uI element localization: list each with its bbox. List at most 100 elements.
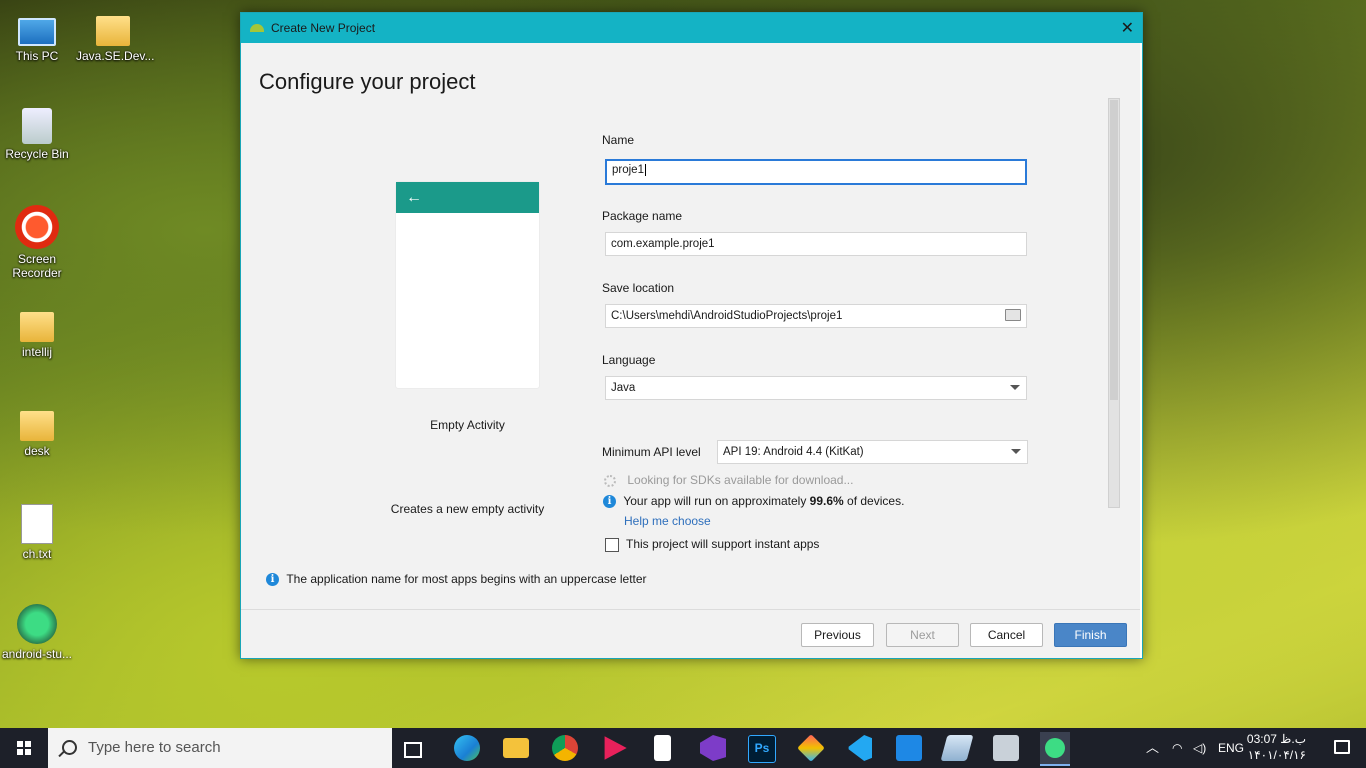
- chevron-down-icon: [1010, 385, 1020, 390]
- scrollbar-thumb[interactable]: [1110, 100, 1118, 400]
- visual-studio-icon[interactable]: [700, 735, 726, 761]
- dialog-footer: Previous Next Cancel Finish: [241, 609, 1140, 658]
- language-label: Language: [602, 353, 656, 367]
- android-studio-logo: [1045, 738, 1065, 758]
- package-name-label: Package name: [602, 209, 683, 223]
- android-studio-icon: [250, 24, 264, 32]
- create-project-dialog: Create New Project ✕ Configure your proj…: [240, 12, 1143, 659]
- name-input[interactable]: proje1: [605, 159, 1027, 185]
- back-arrow-icon: ←: [396, 182, 539, 213]
- cancel-button[interactable]: Cancel: [970, 623, 1043, 647]
- browse-folder-icon[interactable]: [1005, 309, 1021, 321]
- desktop-icon-intellij[interactable]: intellij: [0, 306, 74, 359]
- min-api-label: Minimum API level: [602, 445, 701, 459]
- taskbar: Type here to search Ps ︿ ◠ ◁) ENG 03:07 …: [0, 728, 1366, 768]
- desktop-icon-android-studio[interactable]: android-stu...: [0, 604, 74, 661]
- coverage-prefix: Your app will run on approximately: [623, 494, 810, 508]
- desktop-icon-ch-txt[interactable]: ch.txt: [0, 504, 74, 561]
- edge-icon[interactable]: [454, 735, 480, 761]
- finish-button[interactable]: Finish: [1054, 623, 1127, 647]
- desktop-icon-label: android-stu...: [1, 647, 73, 661]
- network-icon[interactable]: [993, 735, 1019, 761]
- info-message: i The application name for most apps beg…: [266, 572, 647, 587]
- desktop-icon-recycle-bin[interactable]: Recycle Bin: [0, 108, 74, 161]
- recycle-bin-icon: [22, 108, 52, 144]
- help-me-choose-link[interactable]: Help me choose: [624, 514, 711, 528]
- desktop-icon-label: Java.SE.Dev...: [76, 49, 155, 63]
- dialog-title: Create New Project: [271, 21, 376, 35]
- computer-icon: [18, 18, 56, 46]
- vscode-icon[interactable]: [848, 735, 872, 761]
- text-file-icon: [21, 504, 53, 544]
- dialog-titlebar[interactable]: Create New Project ✕: [241, 13, 1142, 43]
- form-scrollbar[interactable]: [1108, 98, 1120, 508]
- name-label: Name: [602, 133, 635, 147]
- desktop-icon-label: ch.txt: [22, 547, 52, 561]
- android-studio-icon[interactable]: [1040, 732, 1070, 766]
- android-studio-icon: [17, 604, 57, 644]
- min-api-select[interactable]: API 19: Android 4.4 (KitKat): [717, 440, 1028, 464]
- language-indicator[interactable]: ENG: [1218, 728, 1244, 768]
- desktop-icon-java-se[interactable]: Java.SE.Dev...: [76, 10, 155, 63]
- search-placeholder: Type here to search: [88, 739, 221, 756]
- notification-icon[interactable]: [1334, 740, 1350, 754]
- folder-icon: [20, 411, 54, 441]
- language-select[interactable]: Java: [605, 376, 1027, 400]
- instant-apps-label: This project will support instant apps: [626, 537, 820, 551]
- task-view-icon[interactable]: [404, 742, 422, 758]
- sdk-status: Looking for SDKs available for download.…: [604, 473, 853, 487]
- loading-spinner-icon: [604, 474, 616, 487]
- page-title: Configure your project: [259, 69, 476, 94]
- desktop-icon-label: desk: [24, 444, 50, 458]
- instant-apps-checkbox[interactable]: [605, 537, 619, 552]
- desktop-icon-label: This PC: [15, 49, 59, 63]
- folder-icon: [20, 312, 54, 342]
- close-icon[interactable]: ✕: [1121, 18, 1134, 38]
- start-button[interactable]: [0, 728, 48, 768]
- taskbar-search[interactable]: Type here to search: [48, 728, 392, 768]
- desktop-icon-label: intellij: [21, 345, 52, 359]
- next-button[interactable]: Next: [886, 623, 959, 647]
- sdk-status-text: Looking for SDKs available for download.…: [627, 473, 854, 487]
- vmware-icon[interactable]: [896, 735, 922, 761]
- instant-apps-option[interactable]: This project will support instant apps: [605, 537, 819, 552]
- file-explorer-icon[interactable]: [503, 738, 529, 758]
- package-name-value: com.example.proje1: [611, 238, 715, 250]
- info-icon: i: [603, 495, 616, 509]
- app-icon[interactable]: [797, 734, 825, 762]
- chevron-up-icon[interactable]: ︿: [1146, 728, 1159, 768]
- desktop-icon-this-pc[interactable]: This PC: [0, 10, 74, 63]
- screen-recorder-icon: [15, 205, 59, 249]
- folder-icon: [96, 16, 130, 46]
- chevron-down-icon: [1011, 449, 1021, 454]
- clock-time: 03:07 ب.ظ: [1246, 732, 1306, 746]
- info-message-text: The application name for most apps begin…: [286, 572, 647, 586]
- coverage-suffix: of devices.: [843, 494, 905, 508]
- chrome-icon[interactable]: [552, 735, 578, 761]
- coverage-percent: 99.6%: [809, 494, 844, 508]
- desktop-icon-desk[interactable]: desk: [0, 405, 74, 458]
- notepad-icon[interactable]: [654, 735, 671, 761]
- photoshop-icon[interactable]: Ps: [748, 735, 776, 763]
- info-icon: i: [266, 573, 279, 587]
- activity-template-preview[interactable]: ←: [396, 182, 539, 388]
- volume-icon[interactable]: ◁): [1193, 728, 1206, 768]
- template-description: Creates a new empty activity: [390, 502, 545, 516]
- desktop-icon-label: Recycle Bin: [5, 147, 69, 161]
- device-coverage: i Your app will run on approximately 99.…: [603, 494, 905, 509]
- system-clock[interactable]: 03:07 ب.ظ ۱۴۰۱/۰۴/۱۶: [1246, 731, 1306, 763]
- save-location-value: C:\Users\mehdi\AndroidStudioProjects\pro…: [611, 310, 843, 322]
- windows-icon: [17, 741, 31, 755]
- save-location-label: Save location: [602, 281, 675, 295]
- wifi-icon[interactable]: ◠: [1172, 728, 1182, 768]
- media-player-icon[interactable]: [604, 736, 627, 760]
- package-name-input[interactable]: com.example.proje1: [605, 232, 1027, 256]
- clock-date: ۱۴۰۱/۰۴/۱۶: [1247, 748, 1306, 762]
- save-location-input[interactable]: C:\Users\mehdi\AndroidStudioProjects\pro…: [605, 304, 1027, 328]
- name-input-value: proje1: [612, 164, 644, 176]
- previous-button[interactable]: Previous: [801, 623, 874, 647]
- files-icon[interactable]: [940, 735, 974, 761]
- min-api-value: API 19: Android 4.4 (KitKat): [723, 446, 864, 458]
- desktop-icon-screen-recorder[interactable]: Screen Recorder: [0, 205, 74, 280]
- search-icon: [62, 740, 77, 755]
